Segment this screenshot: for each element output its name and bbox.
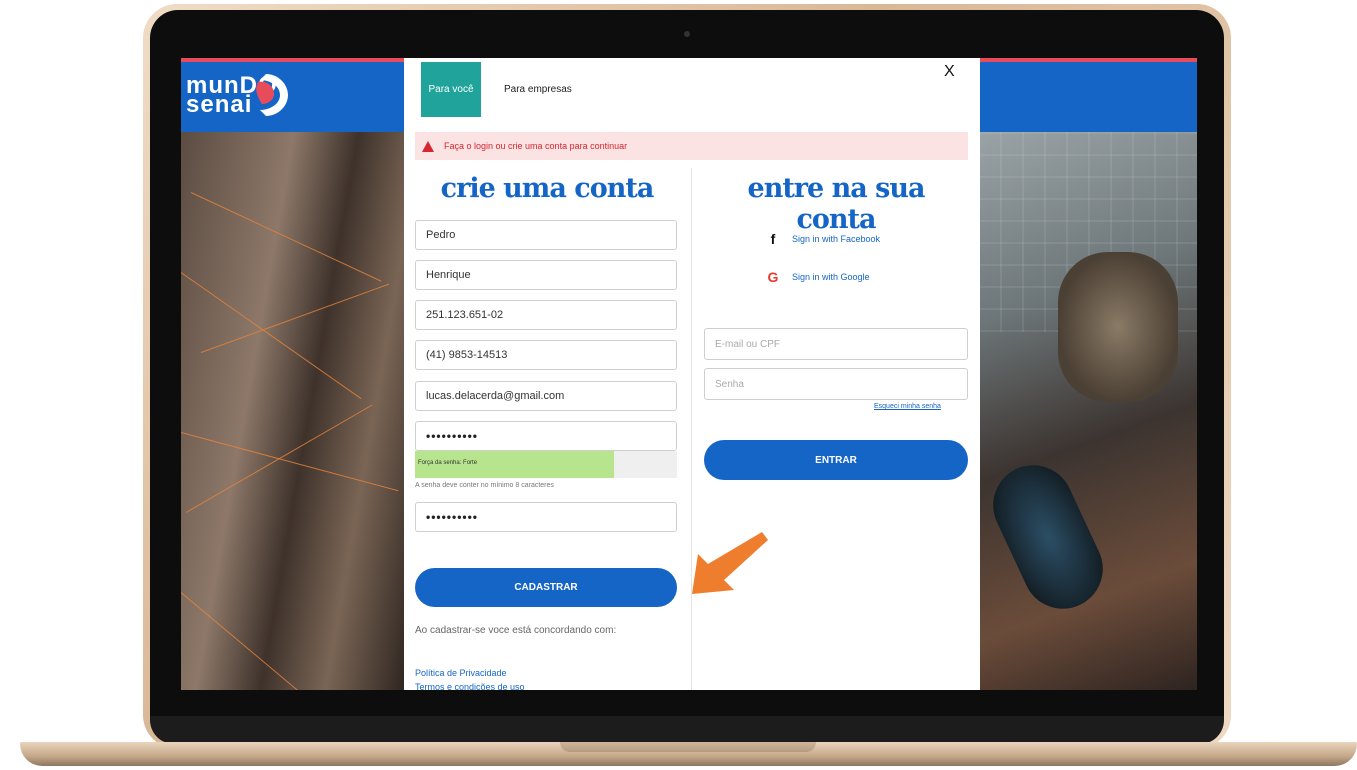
column-divider <box>691 168 692 690</box>
login-password-input[interactable]: Senha <box>704 368 968 400</box>
close-button[interactable]: X <box>944 63 955 81</box>
google-signin-button[interactable]: G Sign in with Google <box>764 269 870 285</box>
spark-line <box>190 192 382 282</box>
glove-shape <box>1058 252 1178 402</box>
password-strength-meter: Força da senha: Forte <box>415 451 677 478</box>
terms-link[interactable]: Termos e condições de uso <box>415 682 525 690</box>
warning-icon <box>422 140 434 152</box>
google-icon: G <box>767 269 779 285</box>
facebook-icon: f <box>770 231 776 247</box>
logo-mark-icon <box>256 74 288 116</box>
forgot-password-link[interactable]: Esqueci minha senha <box>874 403 941 410</box>
laptop-notch <box>560 742 816 752</box>
first-name-field[interactable]: Pedro <box>415 220 677 250</box>
login-email-input[interactable]: E-mail ou CPF <box>704 328 968 360</box>
screen: munDO senai Para você Para empresas X Fa… <box>181 58 1197 690</box>
orange-arrow-icon <box>692 532 768 594</box>
register-button[interactable]: CADASTRAR <box>415 568 677 607</box>
password-field[interactable]: •••••••••• <box>415 421 677 451</box>
grinder-shape <box>980 452 1116 622</box>
password-confirm-field[interactable]: •••••••••• <box>415 502 677 532</box>
spark-line <box>200 283 390 353</box>
alert-text: Faça o login ou crie uma conta para cont… <box>444 141 628 151</box>
tab-para-voce[interactable]: Para você <box>421 62 481 117</box>
password-strength-label: Força da senha: Forte <box>418 460 478 466</box>
cpf-field[interactable]: 251.123.651-02 <box>415 300 677 330</box>
spark-line <box>181 592 350 690</box>
login-heading: entre na sua conta <box>747 173 926 235</box>
facebook-signin-button[interactable]: f Sign in with Facebook <box>764 231 880 247</box>
privacy-policy-link[interactable]: Política de Privacidade <box>415 668 507 678</box>
password-hint: A senha deve conter no mínimo 8 caracter… <box>415 482 554 489</box>
google-signin-label: Sign in with Google <box>792 272 870 282</box>
background-photo-left <box>181 132 406 690</box>
alert-banner: Faça o login ou crie uma conta para cont… <box>415 132 968 160</box>
email-field[interactable]: lucas.delacerda@gmail.com <box>415 381 677 411</box>
camera-icon <box>684 31 690 37</box>
login-button[interactable]: ENTRAR <box>704 440 968 480</box>
facebook-signin-label: Sign in with Facebook <box>792 234 881 244</box>
consent-text: Ao cadastrar-se voce está concordando co… <box>415 625 617 636</box>
last-name-field[interactable]: Henrique <box>415 260 677 290</box>
spark-line <box>181 272 362 400</box>
laptop-chin <box>150 716 1224 744</box>
background-photo-right <box>978 132 1197 690</box>
spark-line <box>181 432 399 492</box>
mundo-senai-logo[interactable]: munDO senai <box>186 74 296 126</box>
tab-para-empresas[interactable]: Para empresas <box>504 62 572 117</box>
phone-field[interactable]: (41) 9853-14513 <box>415 340 677 370</box>
spark-line <box>185 404 373 513</box>
register-heading: crie uma conta <box>440 173 655 204</box>
